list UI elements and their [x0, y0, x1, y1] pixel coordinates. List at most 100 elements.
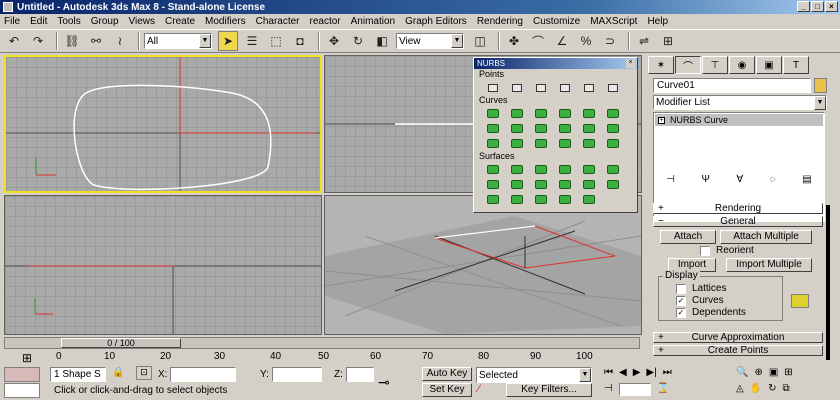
pan-icon[interactable]: ✋	[750, 383, 762, 394]
next-frame-icon[interactable]: ▶|	[646, 367, 656, 378]
lattices-checkbox[interactable]: Lattices	[676, 283, 726, 294]
pin-stack-icon[interactable]: ⊣	[666, 174, 675, 188]
undo-icon[interactable]: ↶	[4, 31, 24, 51]
set-key-button[interactable]: Set Key	[422, 383, 472, 397]
maximize-button[interactable]: □	[811, 1, 824, 12]
attach-button[interactable]: Attach	[660, 230, 716, 244]
tab-create[interactable]: ✶	[648, 56, 674, 74]
menu-views[interactable]: Views	[129, 16, 156, 27]
menu-reactor[interactable]: reactor	[310, 16, 341, 27]
object-color-swatch[interactable]	[814, 78, 827, 93]
tab-display[interactable]: ▣	[756, 56, 782, 74]
trackbar-toggle-icon[interactable]: ⊞	[14, 351, 40, 365]
menu-edit[interactable]: Edit	[30, 16, 47, 27]
create-fillet-surface-icon[interactable]	[580, 193, 597, 206]
create-cap-surface-icon[interactable]	[556, 178, 573, 191]
menu-character[interactable]: Character	[256, 16, 300, 27]
unlink-icon[interactable]: ⚯	[86, 31, 106, 51]
lock-selection-icon[interactable]: 🔒	[112, 367, 124, 378]
create-mirror-curve-icon[interactable]	[484, 122, 501, 135]
menu-customize[interactable]: Customize	[533, 16, 580, 27]
select-and-link-icon[interactable]: ⛓	[62, 31, 82, 51]
time-configuration-icon[interactable]: ⌛	[657, 383, 669, 396]
import-multiple-button[interactable]: Import Multiple	[726, 258, 812, 272]
current-frame-field[interactable]	[618, 383, 651, 396]
create-fit-curve-icon[interactable]	[532, 107, 549, 120]
create-surf-surf-intersection-icon[interactable]	[580, 137, 597, 150]
zoom-extents-all-icon[interactable]: ⊞	[784, 367, 792, 378]
create-point-curve-icon[interactable]	[508, 107, 525, 120]
menu-file[interactable]: File	[4, 16, 20, 27]
select-and-scale-icon[interactable]: ◧	[372, 31, 392, 51]
create-cv-surface-icon[interactable]	[484, 163, 501, 176]
menu-maxscript[interactable]: MAXScript	[590, 16, 637, 27]
key-mode-icon[interactable]: ⊸	[378, 374, 390, 391]
create-mirror-surface-icon[interactable]	[604, 163, 621, 176]
zoom-icon[interactable]: 🔍	[736, 367, 748, 378]
time-slider-thumb[interactable]: 0 / 100	[61, 338, 181, 348]
auto-key-button[interactable]: Auto Key	[422, 367, 472, 381]
menu-help[interactable]: Help	[647, 16, 668, 27]
pivot-center-icon[interactable]: ◫	[470, 31, 490, 51]
select-by-name-icon[interactable]: ☰	[242, 31, 262, 51]
arc-rotate-icon[interactable]: ↻	[768, 383, 776, 394]
create-curve-point-icon[interactable]	[532, 81, 549, 94]
menu-animation[interactable]: Animation	[351, 16, 395, 27]
create-extrude-surface-icon[interactable]	[484, 178, 501, 191]
select-and-move-icon[interactable]: ✥	[324, 31, 344, 51]
redo-icon[interactable]: ↷	[28, 31, 48, 51]
key-mode-toggle-icon[interactable]: ⊣	[604, 383, 613, 396]
tab-motion[interactable]: ◉	[729, 56, 755, 74]
create-transform-curve-icon[interactable]	[556, 107, 573, 120]
reference-coordinate-dropdown[interactable]: View ▼	[396, 33, 464, 49]
percent-snap-icon[interactable]: %	[576, 31, 596, 51]
menu-create[interactable]: Create	[165, 16, 195, 27]
select-and-rotate-icon[interactable]: ↻	[348, 31, 368, 51]
maxscript-listener-mini[interactable]	[4, 367, 40, 382]
goto-start-icon[interactable]: ⏮	[604, 367, 613, 378]
create-vector-projected-curve-icon[interactable]	[484, 137, 501, 150]
angle-snap-icon[interactable]: ∠	[552, 31, 572, 51]
tab-modify[interactable]: ⌒	[675, 56, 701, 74]
dependents-checkbox[interactable]: ✓ Dependents	[676, 307, 746, 318]
create-surface-curve-point-icon[interactable]	[604, 81, 621, 94]
window-crossing-icon[interactable]: ◘	[290, 31, 310, 51]
remove-modifier-icon[interactable]: ◌	[770, 174, 776, 188]
nurbs-creation-toolbox-icon[interactable]	[791, 294, 809, 308]
menu-tools[interactable]: Tools	[57, 16, 80, 27]
bind-space-warp-icon[interactable]: ≀	[110, 31, 130, 51]
create-normal-projected-curve-icon[interactable]	[604, 122, 621, 135]
reorient-checkbox[interactable]: Reorient	[700, 245, 754, 256]
previous-frame-icon[interactable]: ◀	[619, 367, 627, 378]
create-point-curve-on-surface-icon[interactable]	[532, 137, 549, 150]
show-end-result-icon[interactable]: Ψ	[702, 174, 710, 188]
default-tangents-icon[interactable]: ⁄	[478, 383, 480, 395]
mirror-icon[interactable]: ⇌	[634, 31, 654, 51]
create-lathe-surface-icon[interactable]	[508, 178, 525, 191]
viewport-top[interactable]	[4, 55, 322, 193]
create-1-rail-sweep-icon[interactable]	[484, 193, 501, 206]
create-fillet-curve-icon[interactable]	[532, 122, 549, 135]
configure-sets-icon[interactable]: ▤	[802, 174, 811, 188]
object-name-field[interactable]: Curve01	[653, 78, 811, 93]
goto-end-icon[interactable]: ⏭	[663, 367, 672, 378]
create-chamfer-curve-icon[interactable]	[508, 122, 525, 135]
maxscript-input-mini[interactable]	[4, 383, 40, 398]
create-cv-curve-on-surface-icon[interactable]	[508, 137, 525, 150]
key-set-dropdown[interactable]: Selected ▼	[476, 367, 592, 383]
create-blend-surface-icon[interactable]	[556, 163, 573, 176]
create-point-icon[interactable]	[484, 81, 501, 94]
align-icon[interactable]: ⊞	[658, 31, 678, 51]
snaps-toggle-icon[interactable]: ⌒	[528, 31, 548, 51]
viewport-perspective[interactable]	[324, 195, 642, 335]
maximize-viewport-icon[interactable]: ⧉	[783, 383, 790, 394]
create-blend-curve-icon[interactable]	[580, 107, 597, 120]
create-u-loft-surface-icon[interactable]	[580, 178, 597, 191]
create-curve-curve-point-icon[interactable]	[556, 81, 573, 94]
time-slider[interactable]: 0 / 100	[4, 337, 640, 349]
create-surface-edge-curve-icon[interactable]	[556, 122, 573, 135]
create-offset-point-icon[interactable]	[508, 81, 525, 94]
field-of-view-icon[interactable]: ◬	[736, 383, 744, 394]
menu-graph-editors[interactable]: Graph Editors	[405, 16, 467, 27]
stack-item-nurbs-curve[interactable]: + NURBS Curve	[655, 114, 823, 126]
